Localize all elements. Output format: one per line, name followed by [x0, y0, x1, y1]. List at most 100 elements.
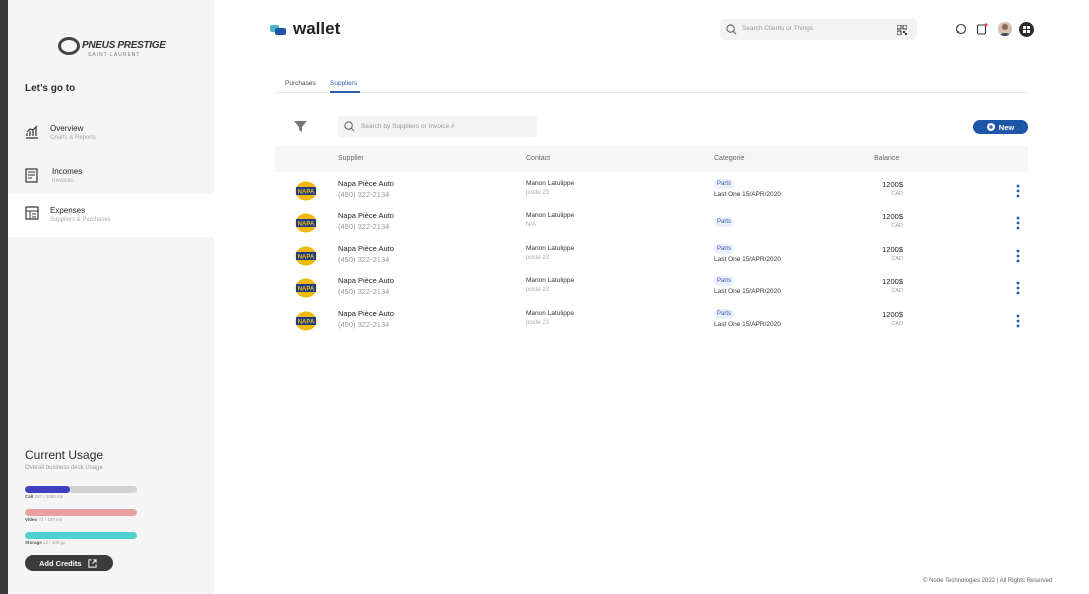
napa-logo-icon: NAPA	[295, 181, 317, 201]
supplier-phone: (450) 322-2134	[338, 190, 390, 199]
search-icon	[726, 24, 737, 35]
sidebar-item-label: Incomes	[52, 167, 83, 176]
table-row[interactable]: NAPA Napa Pièce Auto (450) 322-2134 Manon L…	[275, 272, 1028, 304]
contact-name: Manon Latulippe	[526, 310, 575, 317]
notification-icon[interactable]	[976, 23, 988, 35]
contact-extension: poste 23	[526, 190, 550, 196]
supplier-name[interactable]: Napa Pièce Auto	[338, 244, 394, 253]
column-header-category[interactable]: Categorie	[714, 155, 744, 162]
more-options-icon[interactable]	[1016, 314, 1020, 328]
new-supplier-button[interactable]: New	[973, 120, 1028, 134]
napa-logo-icon: NAPA	[295, 278, 317, 298]
apps-menu-icon[interactable]	[1019, 22, 1034, 37]
svg-text:NAPA: NAPA	[298, 222, 315, 228]
filter-icon[interactable]	[294, 121, 307, 132]
grid-icon	[1023, 26, 1030, 33]
avatar-image	[998, 22, 1012, 36]
usage-subtitle: Overall business desk Usage	[25, 465, 103, 471]
tab-purchases[interactable]: Purchases	[285, 80, 316, 87]
search-placeholder: Search Clients or Things	[742, 25, 814, 32]
sidebar-item-label: Expenses	[50, 206, 86, 215]
svg-text:NAPA: NAPA	[298, 255, 315, 261]
contact-name: Manon Latulippe	[526, 180, 575, 187]
global-search-input[interactable]: Search Clients or Things	[720, 19, 917, 40]
table-row[interactable]: NAPA Napa Pièce Auto (450) 322-2134 Manon L…	[275, 207, 1028, 239]
sidebar-item-overview[interactable]: Overview Charts & Reports	[8, 114, 214, 157]
last-purchase: Last One 15/APR/2020	[714, 321, 781, 328]
balance-currency: CAD	[891, 223, 903, 229]
last-purchase: Last One 15/APR/2020	[714, 288, 781, 295]
napa-logo-icon: NAPA	[295, 311, 317, 331]
sidebar-item-sub: Charts & Reports	[50, 135, 97, 141]
plus-circle-icon	[986, 123, 995, 131]
contact-extension: poste 23	[526, 255, 550, 261]
usage-detail: 72 / 100 mn	[38, 517, 63, 522]
column-header-supplier[interactable]: Supplier	[338, 155, 364, 162]
wallet-logo-icon	[270, 25, 286, 35]
nav-section-title: Let’s go to	[25, 83, 76, 94]
sidebar-item-expenses[interactable]: Expenses Suppliers & Purchases	[8, 194, 214, 237]
category-badge: Parts	[714, 276, 735, 286]
footer-copyright: © Node Technologies 2022 | All Rights Re…	[923, 578, 1053, 584]
table-row[interactable]: NAPA Napa Pièce Auto (450) 322-2134 Manon L…	[275, 305, 1028, 337]
supplier-name[interactable]: Napa Pièce Auto	[338, 309, 394, 318]
brand-logo[interactable]: PNEUS PRESTIGE SAINT-LAURENT	[58, 36, 168, 62]
table-row[interactable]: NAPA Napa Pièce Auto (450) 322-2134 Manon L…	[275, 240, 1028, 272]
balance-currency: CAD	[891, 321, 903, 327]
contact-name: Manon Latulippe	[526, 277, 575, 284]
table-row[interactable]: NAPA Napa Pièce Auto (450) 322-2134 Manon L…	[275, 175, 1028, 207]
chart-icon	[26, 125, 38, 139]
usage-title: Current Usage	[25, 448, 104, 462]
add-credits-label: Add Credits	[39, 558, 82, 568]
napa-logo-icon: NAPA	[295, 246, 317, 266]
usage-detail: 12 / 100 go	[43, 540, 66, 545]
contact-extension: N/A	[526, 222, 537, 228]
new-button-label: New	[998, 122, 1015, 132]
avatar[interactable]	[998, 22, 1012, 36]
active-tab-indicator	[330, 91, 360, 93]
receipt-icon	[25, 206, 39, 220]
svg-text:NAPA: NAPA	[298, 320, 315, 326]
usage-name: Call	[25, 494, 34, 499]
category-badge: Parts	[714, 217, 735, 227]
supplier-name[interactable]: Napa Pièce Auto	[338, 211, 394, 220]
supplier-search-input[interactable]: Search by Suppliers or Invoice #	[338, 116, 537, 137]
supplier-phone: (450) 322-2134	[338, 320, 390, 329]
more-options-icon[interactable]	[1016, 184, 1020, 198]
usage-bar-video	[25, 509, 137, 516]
add-credits-button[interactable]: Add Credits	[25, 555, 113, 571]
contact-extension: poste 23	[526, 320, 550, 326]
contact-name: Manon Latulippe	[526, 212, 575, 219]
brand-sub: SAINT-LAURENT	[88, 52, 141, 58]
chat-icon[interactable]	[955, 23, 967, 35]
more-options-icon[interactable]	[1016, 281, 1020, 295]
usage-name: Video	[25, 517, 38, 522]
napa-logo-icon: NAPA	[295, 213, 317, 233]
table-header: Supplier Contact Categorie Balance	[275, 146, 1028, 172]
contact-name: Manon Latulippe	[526, 245, 575, 252]
supplier-name[interactable]: Napa Pièce Auto	[338, 276, 394, 285]
tab-suppliers[interactable]: Suppliers	[330, 80, 357, 87]
window-edge	[0, 0, 8, 594]
external-link-icon	[87, 558, 97, 568]
more-options-icon[interactable]	[1016, 216, 1020, 230]
page-title: wallet	[293, 19, 341, 38]
qr-code-icon[interactable]	[897, 25, 907, 35]
more-options-icon[interactable]	[1016, 249, 1020, 263]
svg-text:NAPA: NAPA	[298, 190, 315, 196]
invoice-icon	[25, 168, 38, 183]
usage-bar-call	[25, 486, 137, 493]
last-purchase: Last One 15/APR/2020	[714, 191, 781, 198]
column-header-balance[interactable]: Balance	[874, 155, 899, 162]
category-badge: Parts	[714, 309, 735, 319]
balance-currency: CAD	[891, 191, 903, 197]
usage-name: Storage	[25, 540, 42, 545]
category-badge: Parts	[714, 244, 735, 254]
supplier-name[interactable]: Napa Pièce Auto	[338, 179, 394, 188]
contact-extension: poste 23	[526, 287, 550, 293]
column-header-contact[interactable]: Contact	[526, 155, 550, 162]
category-badge: Parts	[714, 179, 735, 189]
usage-label-call: Call 357 / 1000 mn	[25, 494, 63, 499]
balance-currency: CAD	[891, 256, 903, 262]
sidebar-item-sub: Suppliers & Purchases	[50, 217, 111, 223]
